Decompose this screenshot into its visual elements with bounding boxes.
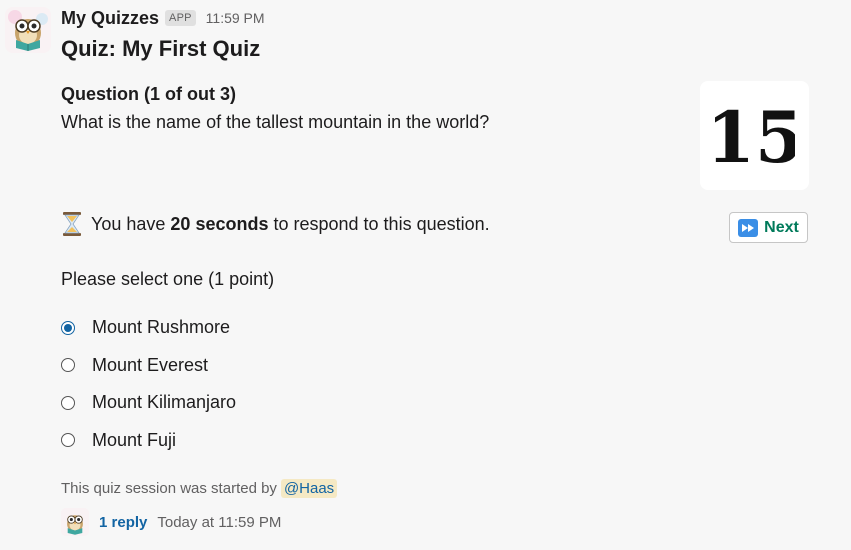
owl-reading-book-icon <box>61 508 89 536</box>
question-heading: Question (1 of out 3) <box>61 84 236 104</box>
answer-option-label: Mount Everest <box>92 354 209 375</box>
question-text: What is the name of the tallest mountain… <box>61 112 490 132</box>
quiz-message: My Quizzes APP 11:59 PM Quiz: My First Q… <box>0 0 851 550</box>
user-mention[interactable]: @Haas <box>280 479 338 498</box>
answer-option[interactable]: Mount Fuji <box>61 422 236 460</box>
owl-reading-book-icon <box>5 7 51 53</box>
app-name[interactable]: My Quizzes <box>61 8 159 29</box>
app-avatar[interactable] <box>5 7 51 53</box>
answer-prompt: Please select one (1 point) <box>61 269 275 289</box>
reply-avatar <box>61 508 89 536</box>
answer-options: Mount Rushmore Mount Everest Mount Kilim… <box>61 309 236 459</box>
radio-button[interactable] <box>61 358 75 373</box>
app-badge: APP <box>165 10 196 26</box>
thread-replies: 1 reply Today at 11:59 PM <box>61 507 281 537</box>
answer-option[interactable]: Mount Everest <box>61 347 236 385</box>
timer-prefix: You have <box>91 213 171 234</box>
radio-button-selected[interactable] <box>61 320 75 335</box>
message-header: My Quizzes APP 11:59 PM <box>61 5 265 31</box>
next-button[interactable]: Next <box>729 212 808 243</box>
answer-option-label: Mount Fuji <box>92 429 177 450</box>
number-image-text: 15 <box>715 96 795 176</box>
answer-option[interactable]: Mount Kilimanjaro <box>61 384 236 422</box>
timer-suffix: to respond to this question. <box>268 213 490 234</box>
reply-time: Today at 11:59 PM <box>157 513 282 531</box>
next-button-label: Next <box>764 218 799 236</box>
timer-line: You have 20 seconds to respond to this q… <box>61 211 490 237</box>
radio-button[interactable] <box>61 433 75 448</box>
answer-option-label: Mount Rushmore <box>92 317 231 338</box>
number-15-image: 15 <box>715 96 795 176</box>
hourglass-icon <box>61 211 83 237</box>
session-text: This quiz session was started by <box>61 480 277 497</box>
answer-option-label: Mount Kilimanjaro <box>92 392 237 413</box>
reply-count-link[interactable]: 1 reply <box>99 514 147 531</box>
message-timestamp[interactable]: 11:59 PM <box>206 10 265 26</box>
timer-seconds: 20 seconds <box>170 213 269 234</box>
question-number-image: 15 <box>700 81 809 190</box>
fast-forward-icon <box>738 218 759 237</box>
radio-button[interactable] <box>61 395 75 410</box>
session-info: This quiz session was started by @Haas <box>61 479 338 498</box>
quiz-title: Quiz: My First Quiz <box>61 36 261 61</box>
answer-option[interactable]: Mount Rushmore <box>61 309 236 347</box>
